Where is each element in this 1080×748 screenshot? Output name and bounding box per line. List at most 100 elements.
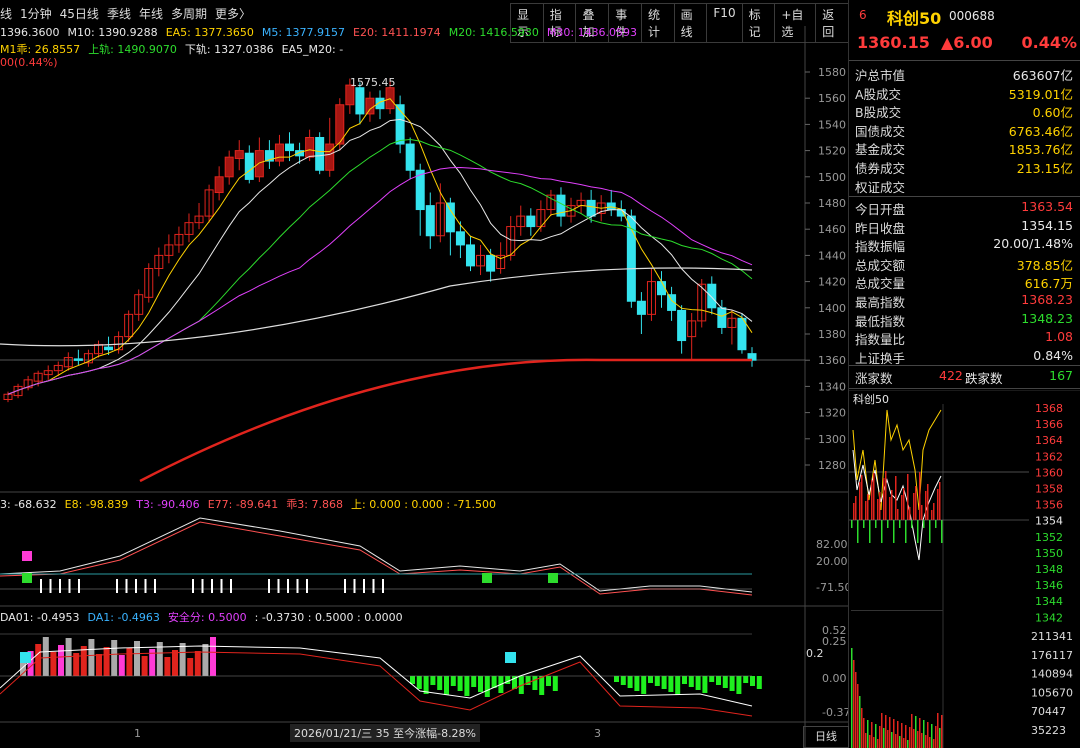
mini-breadth-bar [863, 520, 865, 528]
ind1-value-0: 3: -68.632 [0, 498, 57, 511]
mini-volume-bar [891, 732, 893, 748]
ind2-bar [546, 676, 551, 686]
up-count-label: 涨家数 [855, 371, 893, 386]
turnover-value: 213.15亿 [1016, 161, 1073, 176]
candle-body [214, 176, 224, 194]
period-2[interactable]: 45日线 [60, 5, 99, 22]
mini-axis-label: 1354 [1035, 515, 1063, 528]
period-0[interactable]: 线 [0, 5, 12, 22]
ind1-bar [363, 579, 365, 593]
ind2-bar [187, 658, 194, 676]
mini-volume-bar [855, 672, 857, 748]
ind2-bar [722, 676, 728, 688]
mini-breadth-bar [899, 520, 901, 528]
ind1-bar [68, 579, 71, 593]
stat-row: 上证换手 0.84% [853, 348, 1077, 366]
ma-value-1: M10: 1390.9288 [67, 26, 158, 39]
candle-body [586, 199, 596, 217]
mini-axis-label: 1368 [1035, 402, 1063, 415]
stat-value: 0.84% [1033, 347, 1073, 363]
ind2-value-1: DA1: -0.4963 [87, 611, 160, 624]
turnover-label: B股成交 [855, 105, 902, 121]
mini-breadth-bar [937, 489, 939, 520]
ind2-bar [96, 654, 102, 676]
ind2-signal [505, 652, 516, 663]
ind2-bar [202, 644, 209, 676]
candle-body [737, 317, 747, 351]
price-axis-label: 1440 [818, 249, 846, 262]
mini-axis-label: 1358 [1035, 483, 1063, 496]
price-axis-label: 1400 [818, 302, 846, 315]
mini-volume-bar [927, 722, 929, 748]
ind1-axis-label: 82.00 [816, 538, 848, 551]
mini-volume-bar [861, 708, 863, 748]
index-code: 000688 [949, 9, 995, 23]
mini-volume-bar [873, 737, 875, 748]
mini-volume-bar [877, 739, 879, 748]
candle-body [657, 281, 667, 296]
candle-body [244, 152, 254, 180]
mini-volume-bar [851, 648, 853, 748]
main-chart-area[interactable]: 1580 1560 1540 1520 1500 1480 1460 1440 1420 1400… [0, 26, 848, 748]
ind2-bar [736, 676, 742, 694]
mini-volume-bar [917, 731, 919, 748]
ind1-bar [353, 579, 356, 593]
ind1-bar [372, 579, 375, 593]
mini-volume-bar [933, 739, 935, 748]
ind2-bar [172, 650, 178, 676]
price-axis-label: 1480 [818, 197, 846, 210]
price-axis-label: 1540 [818, 118, 846, 131]
ma-legend-line2: M1乖: 26.8557 上轨: 1490.9070 下轨: 1327.0386 EA… [0, 41, 351, 57]
ind2-bar [484, 676, 490, 697]
mini-axis-label: 1350 [1035, 547, 1063, 560]
mini-axis-label: 1356 [1035, 499, 1063, 512]
turnover-label: 权证成交 [855, 179, 906, 195]
stat-value: 1.08 [1045, 329, 1073, 345]
ind1-bar [220, 579, 223, 593]
ind1-line-red [0, 521, 753, 596]
mini-breadth-bar [867, 494, 869, 520]
turnover-row: B股成交 0.60亿 [853, 102, 1077, 120]
ind1-bar [40, 579, 42, 593]
stat-label: 最低指数 [855, 313, 906, 329]
stat-value: 378.85亿 [1016, 257, 1073, 273]
turnover-label: A股成交 [855, 86, 902, 102]
stat-label: 总成交额 [855, 257, 906, 273]
kline-chart[interactable]: 1580 1560 1540 1520 1500 1480 1460 1440 1420 1400… [0, 26, 848, 748]
turnover-row: 基金成交 1853.76亿 [853, 139, 1077, 157]
price-axis-label: 1580 [818, 66, 846, 79]
ind1-bar [135, 579, 137, 593]
price-axis-label: 1460 [818, 223, 846, 236]
mini-breadth-bar [933, 503, 935, 520]
period-1[interactable]: 1分钟 [20, 5, 52, 22]
candle-body [325, 143, 335, 171]
mini-volume-bar [867, 720, 869, 748]
period-4[interactable]: 年线 [139, 5, 163, 22]
mini-volume-bar [911, 714, 913, 748]
price-axis-label: 1380 [818, 328, 846, 341]
ind1-value-4: 乖3: 7.868 [286, 498, 343, 511]
up-count: 422 [939, 368, 963, 383]
ma10-line [7, 118, 753, 395]
ind2-axis-label: 0.00 [822, 672, 847, 685]
ind2-bar [58, 645, 64, 676]
ind2-bar [430, 676, 436, 685]
day-line-tab[interactable]: 日线 [803, 726, 849, 748]
ind2-bar [471, 676, 477, 687]
ind2-bar [210, 637, 216, 676]
period-6[interactable]: 更多〉 [215, 5, 251, 22]
price-change: ▲6.00 [941, 33, 993, 52]
mini-volume-bar [939, 728, 941, 748]
candle-body [455, 231, 465, 246]
mini-breadth-bar [865, 501, 867, 520]
mini-volume-bar [899, 736, 901, 748]
ind1-value-1: E8: -98.839 [64, 498, 129, 511]
intraday-mini-chart[interactable]: 1368 1366 1364 1362 1360 1358 1356 1354 1352 1350… [849, 390, 1080, 748]
period-3[interactable]: 季线 [107, 5, 131, 22]
mini-volume-bar [897, 721, 899, 748]
stat-label: 指数量比 [855, 332, 906, 348]
period-5[interactable]: 多周期 [171, 5, 207, 22]
mini-breadth-bar [853, 503, 855, 520]
stat-label: 最高指数 [855, 295, 906, 310]
ind2-bar [695, 676, 701, 690]
